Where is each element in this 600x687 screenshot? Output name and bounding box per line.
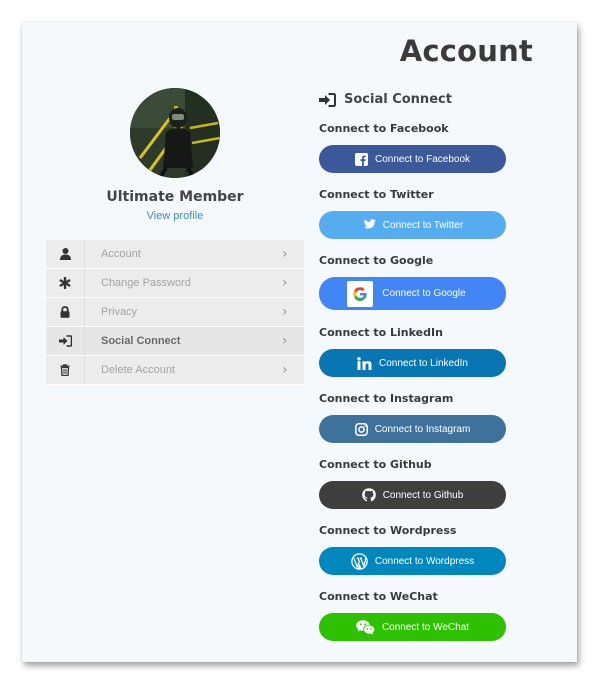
connect-wechat-button[interactable]: Connect to WeChat [319,613,506,641]
provider-heading: Connect to Twitter [319,188,434,201]
provider-heading: Connect to WeChat [319,590,438,603]
provider-heading: Connect to Github [319,458,432,471]
twitter-icon [362,219,376,231]
provider-wordpress: Connect to Wordpress Connect to Wordpres… [319,524,509,575]
lock-icon [46,298,85,326]
connect-instagram-button[interactable]: Connect to Instagram [319,415,506,443]
menu-item-change-password[interactable]: Change Password › [46,269,304,298]
page-title: Account [399,34,533,68]
button-label: Connect to Instagram [374,423,471,435]
trash-icon [46,356,85,384]
view-profile-link[interactable]: View profile [46,210,304,222]
button-label: Connect to Github [382,489,464,501]
provider-heading: Connect to Instagram [319,392,454,405]
chevron-right-icon: › [282,304,288,320]
provider-google: Connect to Google Connect to Google [319,254,509,310]
button-label: Connect to Google [382,288,466,299]
button-label: Connect to WeChat [381,621,470,633]
wechat-icon [356,619,375,635]
menu-item-privacy[interactable]: Privacy › [46,298,304,327]
social-connect-heading: Social Connect [319,92,452,107]
menu-item-label: Social Connect [101,335,181,347]
user-icon [46,240,85,268]
menu-item-account[interactable]: Account › [46,240,304,269]
provider-heading: Connect to Facebook [319,122,449,135]
github-icon [361,488,376,502]
chevron-right-icon: › [282,362,288,378]
provider-linkedin: Connect to LinkedIn Connect to LinkedIn [319,326,509,377]
sign-in-icon [319,92,336,107]
menu-item-label: Delete Account [101,364,175,376]
menu-item-delete-account[interactable]: Delete Account › [46,356,304,385]
asterisk-icon [46,269,85,297]
account-card: Account Ultimate Member View profile Acc… [22,22,577,662]
menu-item-social-connect[interactable]: Social Connect › [46,327,304,356]
wordpress-icon [351,552,368,570]
chevron-right-icon: › [282,333,288,349]
connect-facebook-button[interactable]: Connect to Facebook [319,145,506,173]
linkedin-icon [357,356,372,370]
button-label: Connect to Twitter [382,219,464,231]
connect-wordpress-button[interactable]: Connect to Wordpress [319,547,506,575]
connect-google-button[interactable]: Connect to Google [319,277,506,310]
google-icon [347,280,374,307]
social-connect-title: Social Connect [344,92,452,107]
connect-github-button[interactable]: Connect to Github [319,481,506,509]
connect-linkedin-button[interactable]: Connect to LinkedIn [319,349,506,377]
connect-twitter-button[interactable]: Connect to Twitter [319,211,506,239]
member-name: Ultimate Member [106,189,244,205]
menu-item-label: Privacy [101,306,138,318]
provider-heading: Connect to Google [319,254,434,267]
sign-in-icon [46,327,85,355]
provider-heading: Connect to Wordpress [319,524,457,537]
provider-heading: Connect to LinkedIn [319,326,443,339]
chevron-right-icon: › [282,246,288,262]
facebook-icon [354,152,368,166]
menu-item-label: Account [101,248,141,260]
provider-facebook: Connect to Facebook Connect to Facebook [319,122,509,173]
provider-instagram: Connect to Instagram Connect to Instagra… [319,392,509,443]
provider-github: Connect to Github Connect to Github [319,458,509,509]
instagram-icon [354,422,368,436]
chevron-right-icon: › [282,275,288,291]
button-label: Connect to LinkedIn [379,357,468,369]
button-label: Connect to Wordpress [374,555,475,567]
account-menu: Account › Change Password › Privacy › So… [46,240,304,385]
provider-twitter: Connect to Twitter Connect to Twitter [319,188,509,239]
menu-item-label: Change Password [101,277,191,289]
button-label: Connect to Facebook [374,153,471,165]
avatar[interactable] [130,88,220,178]
provider-wechat: Connect to WeChat Connect to WeChat [319,590,509,641]
